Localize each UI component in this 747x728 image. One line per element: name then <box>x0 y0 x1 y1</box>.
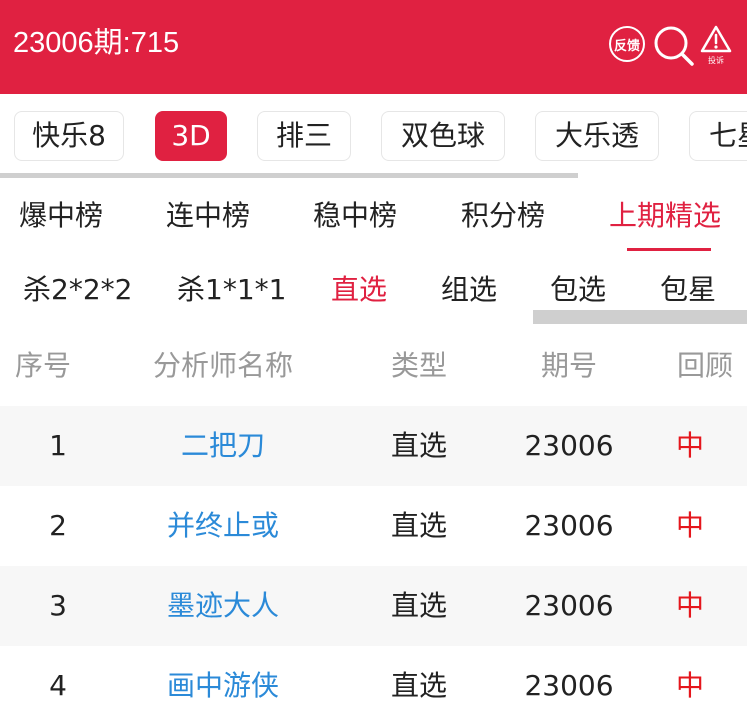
row-result: 中 <box>675 669 705 702</box>
lottery-tab-dlt[interactable]: 大乐透 <box>535 111 659 161</box>
row-type: 直选 <box>390 429 448 462</box>
lottery-tab-p3[interactable]: 排三 <box>257 111 351 161</box>
table-row[interactable]: 4 画中游侠 直选 23006 中 <box>0 646 747 726</box>
search-icon[interactable] <box>652 24 694 66</box>
table-row[interactable]: 3 墨迹大人 直选 23006 中 <box>0 566 747 646</box>
lottery-tab-kl8[interactable]: 快乐8 <box>14 111 124 161</box>
column-header-index: 序号 <box>14 349 72 382</box>
row-type: 直选 <box>390 669 448 702</box>
play-tab-kill111[interactable]: 杀1*1*1 <box>177 272 286 308</box>
row-type: 直选 <box>390 509 448 542</box>
play-tab-zuxuan[interactable]: 组选 <box>441 272 497 308</box>
row-period: 23006 <box>524 589 614 622</box>
column-header-type: 类型 <box>390 349 448 382</box>
column-header-analyst: 分析师名称 <box>152 349 294 382</box>
row-result: 中 <box>675 429 705 462</box>
row-type: 直选 <box>390 589 448 622</box>
analyst-name-link[interactable]: 二把刀 <box>181 428 265 464</box>
row-result: 中 <box>675 589 705 622</box>
rank-tab-wenzhong[interactable]: 稳中榜 <box>313 198 397 234</box>
lottery-tab-qxc[interactable]: 七星彩 <box>689 111 747 161</box>
active-tab-underline <box>627 248 711 251</box>
rank-tab-jifen[interactable]: 积分榜 <box>461 198 545 234</box>
play-tab-zhixuan[interactable]: 直选 <box>331 272 387 308</box>
rank-tab-lianzhong[interactable]: 连中榜 <box>166 198 250 234</box>
play-tab-baoxuan[interactable]: 包选 <box>550 272 606 308</box>
lottery-tab-bar: 快乐8 3D 排三 双色球 大乐透 七星彩 <box>0 94 747 178</box>
play-tab-scrollbar[interactable] <box>533 310 747 324</box>
table-row[interactable]: 2 并终止或 直选 23006 中 <box>0 486 747 566</box>
analyst-name-link[interactable]: 并终止或 <box>167 508 279 544</box>
page-title: 23006期:715 <box>13 27 180 59</box>
play-tab-kill222[interactable]: 杀2*2*2 <box>23 272 132 308</box>
row-period: 23006 <box>524 429 614 462</box>
column-header-review: 回顾 <box>676 349 734 382</box>
row-index: 3 <box>49 589 67 622</box>
row-period: 23006 <box>524 669 614 702</box>
feedback-label: 反馈 <box>613 38 640 54</box>
row-result: 中 <box>675 509 705 542</box>
table-header: 序号 分析师名称 类型 期号 回顾 <box>0 326 747 406</box>
rank-tab-baozhong[interactable]: 爆中榜 <box>19 198 103 234</box>
row-index: 1 <box>49 429 67 462</box>
complain-label: 投诉 <box>708 56 724 65</box>
warning-icon <box>700 25 732 53</box>
column-header-period: 期号 <box>540 349 598 382</box>
complain-button[interactable]: 投诉 <box>698 24 734 68</box>
lottery-tab-3d[interactable]: 3D <box>155 111 227 161</box>
analyst-name-link[interactable]: 墨迹大人 <box>167 588 279 624</box>
rank-tab-shangqi[interactable]: 上期精选 <box>609 198 721 234</box>
play-tab-baoxing[interactable]: 包星 <box>660 272 716 308</box>
row-index: 4 <box>49 669 67 702</box>
analyst-name-link[interactable]: 画中游侠 <box>167 668 279 704</box>
lottery-tab-ssq[interactable]: 双色球 <box>381 111 505 161</box>
row-period: 23006 <box>524 509 614 542</box>
rank-tab-bar: 爆中榜 连中榜 稳中榜 积分榜 上期精选 <box>0 178 747 256</box>
top-header: 23006期:715 反馈 投诉 <box>0 0 747 94</box>
feedback-button[interactable]: 反馈 <box>609 26 645 62</box>
table-row[interactable]: 1 二把刀 直选 23006 中 <box>0 406 747 486</box>
row-index: 2 <box>49 509 67 542</box>
